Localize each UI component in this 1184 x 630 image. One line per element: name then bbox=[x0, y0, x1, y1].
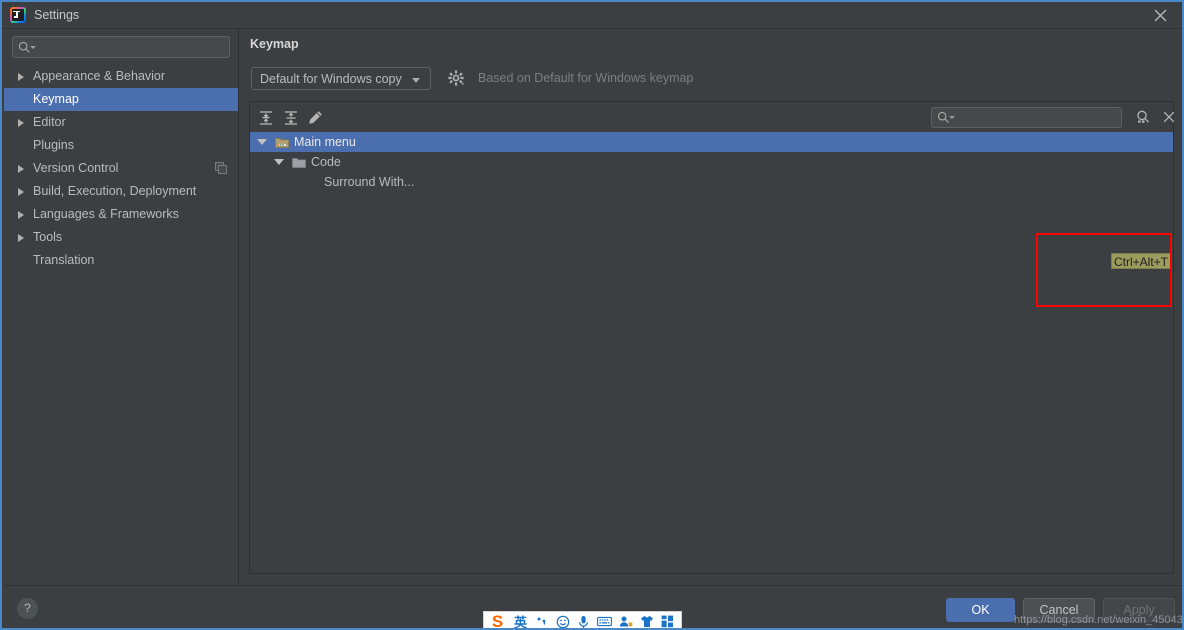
folder-icon bbox=[292, 158, 306, 168]
settings-dialog: Settings Appearance & Behavior Keymap Ed… bbox=[0, 0, 1184, 630]
chevron-right-icon[interactable] bbox=[18, 188, 24, 196]
sogou-logo-icon[interactable]: S bbox=[485, 612, 510, 629]
tree-row-label: Surround With... bbox=[324, 175, 415, 189]
chevron-right-icon[interactable] bbox=[18, 119, 24, 127]
chevron-right-icon[interactable] bbox=[18, 165, 24, 173]
chevron-down-icon[interactable] bbox=[257, 139, 267, 145]
window-title: Settings bbox=[34, 8, 80, 22]
chevron-down-icon[interactable] bbox=[30, 46, 36, 49]
keymap-tree-area: Main menu Code Surround With... Ctrl+Alt… bbox=[249, 101, 1175, 574]
sidebar-item-label: Build, Execution, Deployment bbox=[33, 184, 197, 198]
ime-mode-toggle[interactable]: 英 bbox=[510, 612, 531, 628]
chevron-right-icon[interactable] bbox=[18, 73, 24, 81]
ime-toolbar: S 英 bbox=[483, 611, 682, 629]
sidebar-nav-list: Appearance & Behavior Keymap Editor Plug… bbox=[4, 65, 238, 272]
keymap-tree-toolbar bbox=[250, 102, 1175, 132]
sidebar-item-label: Translation bbox=[33, 253, 95, 267]
tree-row-label: Main menu bbox=[294, 135, 356, 149]
sidebar-item-label: Version Control bbox=[33, 161, 119, 175]
chevron-right-icon[interactable] bbox=[18, 234, 24, 242]
close-icon[interactable] bbox=[1161, 109, 1177, 125]
chevron-down-icon[interactable] bbox=[274, 159, 284, 165]
sidebar-item-keymap[interactable]: Keymap bbox=[4, 88, 238, 111]
punctuation-icon[interactable] bbox=[531, 612, 552, 628]
skin-icon[interactable] bbox=[636, 612, 657, 628]
expand-all-icon[interactable] bbox=[257, 109, 275, 127]
keymap-select-dropdown[interactable]: Default for Windows copy bbox=[251, 67, 431, 90]
gear-icon[interactable] bbox=[447, 69, 465, 87]
find-by-shortcut-icon[interactable] bbox=[1135, 109, 1152, 126]
tree-row[interactable]: Surround With... bbox=[250, 172, 1173, 192]
sidebar-item-tools[interactable]: Tools bbox=[4, 226, 238, 249]
sidebar-item-label: Keymap bbox=[33, 92, 79, 106]
keyboard-icon[interactable] bbox=[594, 612, 615, 628]
sidebar-search-input[interactable] bbox=[12, 36, 230, 58]
pencil-edit-icon[interactable] bbox=[306, 109, 324, 127]
keymap-search-input[interactable] bbox=[931, 107, 1122, 128]
cancel-button[interactable]: Cancel bbox=[1023, 598, 1095, 622]
title-bar: Settings bbox=[2, 2, 1182, 29]
settings-sidebar: Appearance & Behavior Keymap Editor Plug… bbox=[4, 29, 239, 585]
sidebar-item-label: Appearance & Behavior bbox=[33, 69, 166, 83]
emoji-icon[interactable] bbox=[552, 612, 573, 628]
main-menu-folder-icon bbox=[275, 138, 289, 148]
sidebar-item-label: Languages & Frameworks bbox=[33, 207, 179, 221]
shortcut-badge: Ctrl+Alt+T bbox=[1111, 253, 1172, 269]
sidebar-item-label: Plugins bbox=[33, 138, 74, 152]
ok-button[interactable]: OK bbox=[946, 598, 1015, 622]
tree-row[interactable]: Main menu bbox=[250, 132, 1173, 152]
intellij-idea-icon bbox=[10, 7, 26, 23]
chevron-down-icon[interactable] bbox=[949, 116, 955, 119]
tree-row[interactable]: Code bbox=[250, 152, 1173, 172]
based-on-keymap-label: Based on Default for Windows keymap bbox=[478, 71, 694, 85]
tree-row-label: Code bbox=[311, 155, 341, 169]
sidebar-item-languages-frameworks[interactable]: Languages & Frameworks bbox=[4, 203, 238, 226]
sidebar-item-label: Tools bbox=[33, 230, 63, 244]
microphone-icon[interactable] bbox=[573, 612, 594, 628]
sidebar-item-build-execution-deployment[interactable]: Build, Execution, Deployment bbox=[4, 180, 238, 203]
apply-button: Apply bbox=[1103, 598, 1175, 622]
apps-grid-icon[interactable] bbox=[657, 612, 678, 628]
user-icon[interactable] bbox=[615, 612, 636, 628]
copy-icon bbox=[215, 162, 227, 174]
keymap-settings-panel: Keymap Default for Windows copy Based on… bbox=[240, 29, 1182, 585]
keymap-tree: Main menu Code Surround With... bbox=[250, 132, 1173, 573]
sidebar-item-editor[interactable]: Editor bbox=[4, 111, 238, 134]
sidebar-item-version-control[interactable]: Version Control bbox=[4, 157, 238, 180]
sidebar-item-label: Editor bbox=[33, 115, 66, 129]
page-title: Keymap bbox=[250, 37, 299, 51]
sidebar-item-plugins[interactable]: Plugins bbox=[4, 134, 238, 157]
keymap-select-value: Default for Windows copy bbox=[260, 72, 402, 86]
chevron-right-icon[interactable] bbox=[18, 211, 24, 219]
chevron-down-icon bbox=[412, 78, 420, 83]
close-window-button[interactable] bbox=[1138, 2, 1182, 28]
sidebar-item-translation[interactable]: Translation bbox=[4, 249, 238, 272]
collapse-all-icon[interactable] bbox=[282, 109, 300, 127]
help-button[interactable]: ? bbox=[17, 598, 38, 619]
sidebar-item-appearance-behavior[interactable]: Appearance & Behavior bbox=[4, 65, 238, 88]
